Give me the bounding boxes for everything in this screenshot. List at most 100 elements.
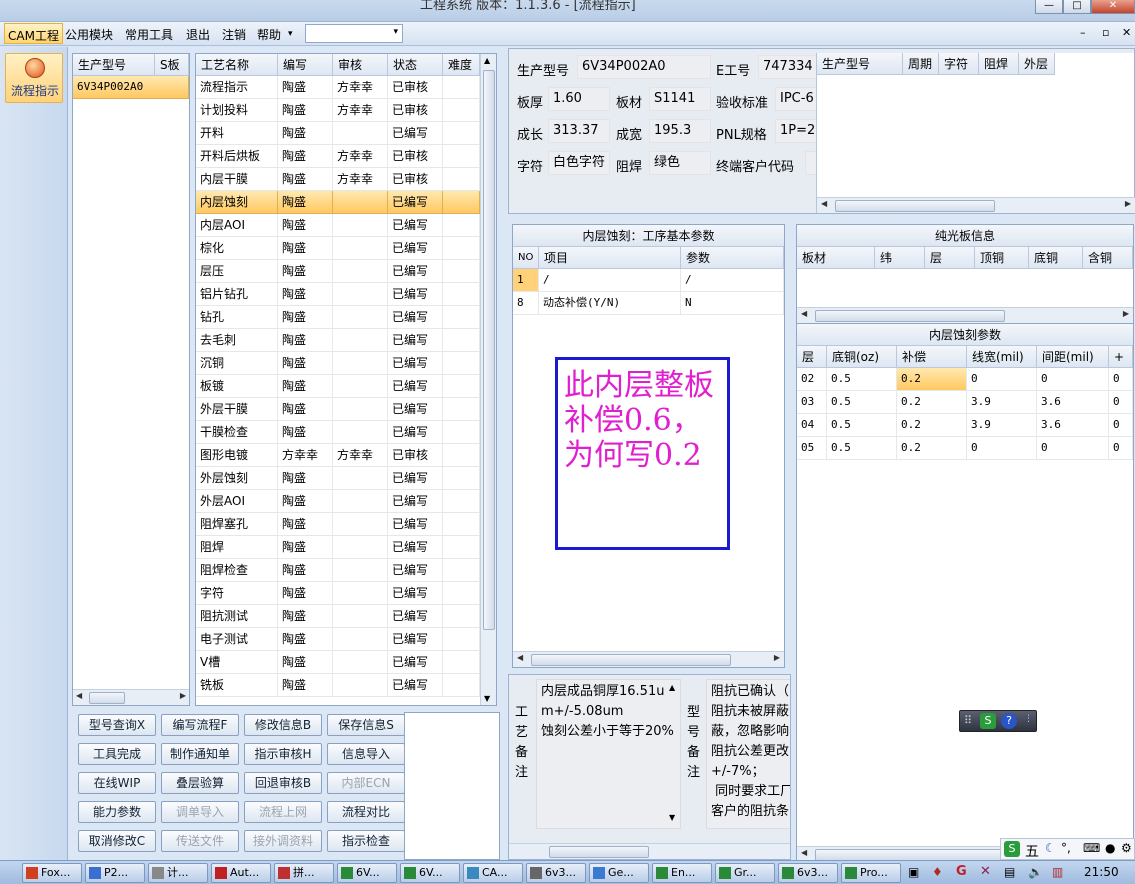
material-field[interactable]: S1141 (649, 87, 711, 111)
sboard-col-header[interactable]: S板 (155, 54, 189, 76)
process-row[interactable]: 阻焊检查 陶盛 已编写 (196, 559, 496, 582)
action-button[interactable]: 能力参数 (78, 801, 156, 823)
action-button[interactable]: 保存信息S (327, 714, 405, 736)
menu-public[interactable]: 公用模块 (65, 26, 113, 43)
options-icon[interactable]: ⋮ (1024, 714, 1033, 724)
taskbar-item[interactable]: 6V... (400, 863, 460, 883)
process-row[interactable]: 流程指示 陶盛 方幸幸 已审核 (196, 76, 496, 99)
nav-flow-indicator[interactable]: 流程指示 (5, 53, 63, 103)
network-icon[interactable]: ▥ (1052, 865, 1063, 879)
process-row[interactable]: 外层AOI 陶盛 已编写 (196, 490, 496, 513)
process-row[interactable]: 计划投料 陶盛 方幸幸 已审核 (196, 99, 496, 122)
process-row[interactable]: 内层AOI 陶盛 已编写 (196, 214, 496, 237)
etch-row[interactable]: 03 0.5 0.2 3.9 3.6 0 (797, 391, 1133, 414)
process-row[interactable]: 阻焊 陶盛 已编写 (196, 536, 496, 559)
process-row[interactable]: 钻孔 陶盛 已编写 (196, 306, 496, 329)
clock[interactable]: 21:50 (1084, 865, 1119, 879)
taskbar-item[interactable]: P2... (85, 863, 145, 883)
etch-row[interactable]: 05 0.5 0.2 0 0 0 (797, 437, 1133, 460)
tray-icon[interactable]: ▣ (908, 865, 919, 879)
thickness-field[interactable]: 1.60 (548, 87, 610, 111)
param-hscroll[interactable]: ◀ ▶ (513, 651, 784, 667)
process-row[interactable]: 铝片钻孔 陶盛 已编写 (196, 283, 496, 306)
process-row[interactable]: 外层干膜 陶盛 已编写 (196, 398, 496, 421)
user-icon[interactable]: ● (1105, 841, 1115, 855)
param-row[interactable]: 8 动态补偿(Y/N) N (513, 292, 784, 315)
width-field[interactable]: 195.3 (649, 119, 711, 143)
param-row[interactable]: 1 / / (513, 269, 784, 292)
length-field[interactable]: 313.37 (548, 119, 610, 143)
action-button[interactable]: 回退审核B (244, 772, 322, 794)
process-row[interactable]: 电子测试 陶盛 已编写 (196, 628, 496, 651)
right-top-hscroll[interactable]: ◀ ▶ (817, 197, 1135, 213)
taskbar-item[interactable]: CA... (463, 863, 523, 883)
ime-mode[interactable]: 五 (1025, 841, 1039, 861)
taskbar-item[interactable]: Ge... (589, 863, 649, 883)
mdi-close-icon[interactable]: ✕ (1122, 26, 1131, 39)
help-dropdown-icon[interactable]: ▾ (288, 29, 293, 39)
taskbar-item[interactable]: Aut... (211, 863, 271, 883)
model-notes-text[interactable]: 阻抗已确认（ 阻抗未被屏蔽 蔽，忽略影响 阻抗公差更改 +/-7%； 同时要求工… (706, 679, 790, 829)
menu-help[interactable]: 帮助 (257, 26, 281, 43)
taskbar-item[interactable]: 拼... (274, 863, 334, 883)
action-button[interactable]: 工具完成 (78, 743, 156, 765)
action-button[interactable]: 编写流程F (161, 714, 239, 736)
taskbar-item[interactable]: 计... (148, 863, 208, 883)
model-hscroll[interactable]: ◀ ▶ (73, 689, 189, 705)
ime-logo-icon[interactable]: S (1004, 841, 1020, 857)
keyboard-icon[interactable]: ⌨ (1083, 841, 1100, 855)
char-field[interactable]: 白色字符 (548, 151, 610, 175)
taskbar-item[interactable]: En... (652, 863, 712, 883)
action-button[interactable]: 取消修改C (78, 830, 156, 852)
menu-cam[interactable]: CAM工程 (4, 23, 63, 44)
punct-icon[interactable]: °, (1061, 841, 1071, 855)
process-row[interactable]: 棕化 陶盛 已编写 (196, 237, 496, 260)
action-button[interactable]: 接外调资料 (244, 830, 322, 852)
action-button[interactable]: 流程对比 (327, 801, 405, 823)
volume-icon[interactable]: 🔈 (1028, 865, 1043, 879)
tray-icon[interactable]: ♦ (932, 865, 943, 879)
process-row[interactable]: 内层干膜 陶盛 方幸幸 已审核 (196, 168, 496, 191)
process-row[interactable]: 去毛刺 陶盛 已编写 (196, 329, 496, 352)
process-row[interactable]: 外层蚀刻 陶盛 已编写 (196, 467, 496, 490)
minimize-button[interactable]: — (1035, 0, 1063, 14)
menu-tools[interactable]: 常用工具 (125, 26, 173, 43)
process-row[interactable]: 板镀 陶盛 已编写 (196, 375, 496, 398)
process-notes-text[interactable]: 内层成品铜厚16.51um+/-5.08um 蚀刻公差小于等于20% (536, 679, 681, 829)
process-vscroll[interactable]: ▲ ▼ (480, 54, 496, 705)
process-row[interactable]: 开料后烘板 陶盛 方幸幸 已审核 (196, 145, 496, 168)
taskbar-item[interactable]: 6v3... (778, 863, 838, 883)
help-icon[interactable]: ? (1001, 713, 1017, 729)
mdi-restore-icon[interactable]: ▫ (1102, 26, 1109, 39)
action-button[interactable]: 指示检查 (327, 830, 405, 852)
process-row[interactable]: 图形电镀 方幸幸 方幸幸 已审核 (196, 444, 496, 467)
taskbar-item[interactable]: Fox... (22, 863, 82, 883)
process-row[interactable]: 铣板 陶盛 已编写 (196, 674, 496, 697)
action-button[interactable]: 制作通知单 (161, 743, 239, 765)
mdi-minimize-icon[interactable]: – (1080, 26, 1086, 39)
action-button[interactable]: 型号查询X (78, 714, 156, 736)
action-button[interactable]: 传送文件 (161, 830, 239, 852)
taskbar-item[interactable]: 6v3... (526, 863, 586, 883)
close-button[interactable]: ✕ (1091, 0, 1135, 14)
process-row[interactable]: 层压 陶盛 已编写 (196, 260, 496, 283)
menu-logout[interactable]: 注销 (222, 26, 246, 43)
ime-s-icon[interactable]: S (980, 713, 996, 729)
moon-icon[interactable]: ☾ (1045, 841, 1056, 855)
action-button[interactable]: 内部ECN (327, 772, 405, 794)
etch-row[interactable]: 02 0.5 0.2 0 0 0 (797, 368, 1133, 391)
action-button[interactable]: 指示审核H (244, 743, 322, 765)
maximize-button[interactable]: □ (1063, 0, 1091, 14)
standard-field[interactable]: IPC-6 (775, 87, 819, 111)
action-button[interactable]: 在线WIP (78, 772, 156, 794)
scroll-up-icon[interactable]: ▲ (669, 683, 675, 692)
taskbar-item[interactable]: 6V... (337, 863, 397, 883)
pnl-field[interactable]: 1P=2 (775, 119, 819, 143)
etch-row[interactable]: 04 0.5 0.2 3.9 3.6 0 (797, 414, 1133, 437)
process-row[interactable]: 沉铜 陶盛 已编写 (196, 352, 496, 375)
action-button[interactable]: 信息导入 (327, 743, 405, 765)
mask-field[interactable]: 绿色 (649, 151, 711, 175)
tray-icon[interactable]: ▤ (1004, 865, 1015, 879)
process-row[interactable]: 内层蚀刻 陶盛 已编写 (196, 191, 496, 214)
light-board-hscroll[interactable]: ◀ ▶ (797, 307, 1133, 323)
